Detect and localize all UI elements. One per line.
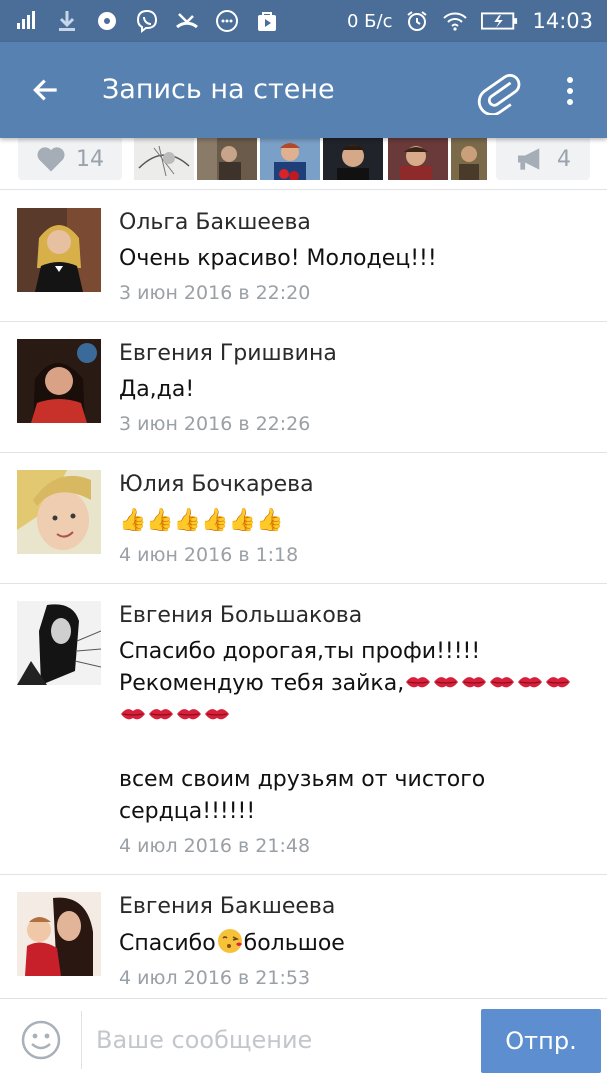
liker-avatar[interactable] <box>451 138 487 180</box>
kiss-lips-emoji-row <box>119 703 231 728</box>
comment-date: 3 июн 2016 в 22:26 <box>119 413 311 435</box>
record-icon <box>94 9 120 33</box>
kiss-icon <box>149 709 173 720</box>
smiley-icon <box>21 1020 61 1060</box>
comment-author[interactable]: Юлия Бочкарева <box>119 469 591 501</box>
like-button[interactable]: 14 <box>18 138 122 180</box>
comment-author[interactable]: Евгения Большакова <box>119 600 591 632</box>
like-count: 14 <box>76 146 104 172</box>
megaphone-icon <box>518 148 540 170</box>
download-icon <box>54 9 80 33</box>
paperclip-icon <box>477 73 521 115</box>
kiss-icon <box>518 677 543 688</box>
missed-call-icon <box>174 9 200 33</box>
status-bar: 0 Б/с 14:03 <box>0 0 607 42</box>
kiss-icon <box>177 709 201 720</box>
heart-icon <box>37 147 65 172</box>
comment-text: 👍👍👍👍👍👍 <box>119 508 284 533</box>
page-title: Запись на стене <box>102 74 335 105</box>
comment-author[interactable]: Ольга Бакшеева <box>119 207 591 239</box>
avatar[interactable] <box>17 601 101 685</box>
kiss-icon <box>490 677 515 688</box>
comment-author[interactable]: Евгения Гришвина <box>119 338 591 370</box>
clock: 14:03 <box>532 9 593 33</box>
avatar[interactable] <box>17 208 101 292</box>
play-store-icon <box>254 9 280 33</box>
comment-text: Спасибо дорогая,ты профи!!!!! Рекомендую… <box>119 636 591 828</box>
comment-author[interactable]: Евгения Бакшеева <box>119 891 591 923</box>
avatar[interactable] <box>17 470 101 554</box>
avatar[interactable] <box>17 892 101 976</box>
kiss-icon <box>205 709 229 720</box>
comments-list: Ольга Бакшеева Очень красиво! Молодец!!!… <box>0 191 607 1007</box>
signal-icon <box>14 9 40 33</box>
comment-date: 4 июл 2016 в 21:48 <box>119 835 311 857</box>
send-button[interactable]: Отпр. <box>481 1009 601 1073</box>
kissing-face-icon <box>217 929 242 953</box>
comment-text: Спасибо большое <box>119 927 591 960</box>
liker-avatar[interactable] <box>388 138 448 180</box>
comment-date: 3 июн 2016 в 22:20 <box>119 282 311 304</box>
comment-item[interactable]: Ольга Бакшеева Очень красиво! Молодец!!!… <box>0 191 607 322</box>
liker-avatar[interactable] <box>260 138 320 180</box>
back-button[interactable] <box>24 68 68 112</box>
share-count: 4 <box>557 146 571 172</box>
composer-divider <box>81 1011 82 1069</box>
kiss-icon <box>121 709 145 720</box>
alarm-icon <box>404 9 430 33</box>
liker-avatar[interactable] <box>134 138 194 180</box>
network-speed: 0 Б/с <box>346 10 393 32</box>
battery-charging-icon <box>480 9 520 33</box>
viber-icon <box>134 9 160 33</box>
comment-item[interactable]: Евгения Бакшеева Спасибо большое 4 июл 20… <box>0 875 607 1007</box>
wifi-icon <box>442 9 468 33</box>
arrow-left-icon <box>33 79 57 101</box>
kiss-icon <box>462 677 487 688</box>
liker-avatar[interactable] <box>197 138 257 180</box>
kiss-icon <box>434 677 459 688</box>
emoji-button[interactable] <box>20 1019 62 1061</box>
comment-text: Да,да! <box>119 377 195 402</box>
comment-item[interactable]: Юлия Бочкарева 👍👍👍👍👍👍 4 июн 2016 в 1:18 <box>0 453 607 584</box>
kiss-icon <box>546 677 571 688</box>
comment-text: Очень красиво! Молодец!!! <box>119 246 437 271</box>
kiss-icon <box>406 677 431 688</box>
kiss-lips-emoji-row <box>404 671 572 696</box>
comment-item[interactable]: Евгения Гришвина Да,да! 3 июн 2016 в 22:… <box>0 322 607 453</box>
app-bar: Запись на стене <box>0 42 607 138</box>
share-button[interactable]: 4 <box>496 138 590 180</box>
liker-avatar[interactable] <box>323 138 383 180</box>
avatar[interactable] <box>17 339 101 423</box>
message-input[interactable] <box>96 1015 466 1065</box>
likes-strip: 14 4 <box>0 138 607 190</box>
comment-date: 4 июн 2016 в 1:18 <box>119 544 299 566</box>
chat-icon <box>214 9 240 33</box>
comment-date: 4 июл 2016 в 21:53 <box>119 967 311 989</box>
attach-button[interactable] <box>472 66 526 116</box>
more-options-button[interactable] <box>552 68 588 114</box>
comment-item[interactable]: Евгения Большакова Спасибо дорогая,ты пр… <box>0 584 607 875</box>
more-vert-icon <box>567 77 573 105</box>
message-composer: Отпр. <box>0 998 607 1080</box>
